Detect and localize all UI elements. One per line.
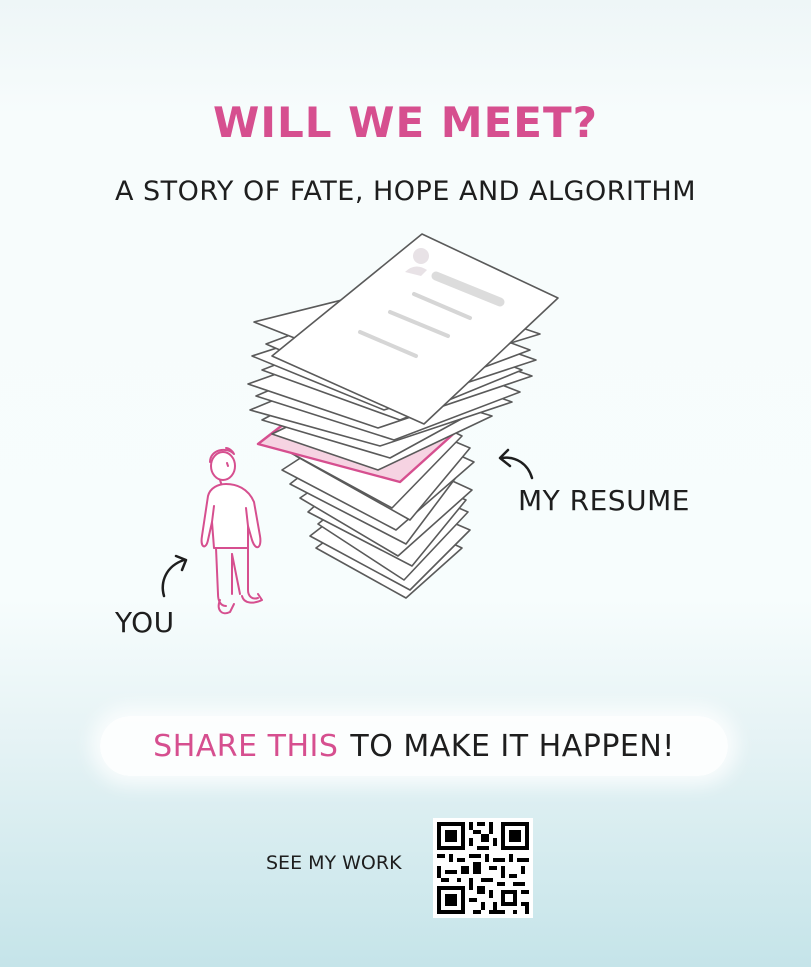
poster-subtitle: A STORY OF FATE, HOPE AND ALGORITHM [114,176,697,207]
paper-stack-illustration [247,233,559,599]
share-accent-text: SHARE THIS [153,728,339,764]
person-illustration [200,447,263,615]
my-resume-label: MY RESUME [518,484,690,517]
share-rest-text: TO MAKE IT HAPPEN! [350,728,675,764]
poster-title: WILL WE MEET? [213,98,598,147]
qr-code-icon[interactable] [433,818,533,918]
share-banner: SHARE THIS TO MAKE IT HAPPEN! [100,716,728,776]
you-label: YOU [115,606,175,639]
you-arrow-icon [161,554,188,598]
resume-arrow-icon [498,448,534,480]
see-my-work-label: SEE MY WORK [266,852,402,874]
